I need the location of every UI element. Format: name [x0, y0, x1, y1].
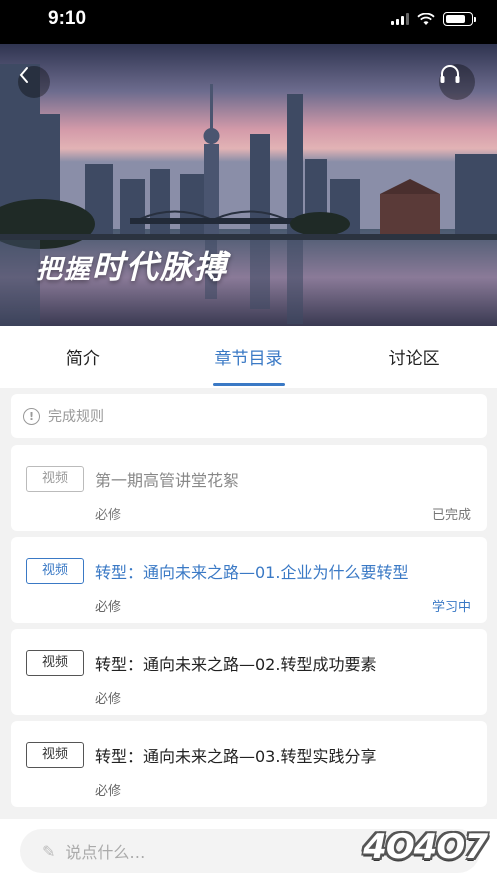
chapter-item[interactable]: 视频 转型：通向未来之路—01.企业为什么要转型 必修 学习中: [11, 537, 487, 623]
video-tag: 视频: [26, 558, 84, 584]
hero-slogan: 把握时代脉搏: [36, 242, 228, 288]
chapter-requirement: 必修: [95, 508, 122, 523]
status-time: 9:10: [48, 8, 87, 29]
tab-chapters[interactable]: 章节目录: [166, 326, 332, 388]
chapter-title: 转型：通向未来之路—03.转型实践分享: [95, 747, 377, 766]
comment-placeholder: 说点什么…: [65, 843, 146, 862]
headphones-icon: [440, 65, 460, 83]
completion-rules-label: 完成规则: [48, 409, 104, 425]
video-tag: 视频: [26, 466, 84, 492]
chapter-title: 第一期高管讲堂花絮: [95, 471, 240, 490]
chapter-status: 已完成: [431, 508, 471, 523]
completion-rules[interactable]: ! 完成规则: [11, 394, 487, 438]
chapter-title: 转型：通向未来之路—01.企业为什么要转型: [95, 563, 409, 582]
video-tag: 视频: [26, 742, 84, 768]
hero-banner: 把握时代脉搏: [0, 44, 497, 326]
chapter-item[interactable]: 视频 第一期高管讲堂花絮 必修 已完成: [11, 445, 487, 531]
status-icons: [391, 12, 476, 26]
chevron-left-icon: [19, 67, 28, 83]
tab-bar: 简介 章节目录 讨论区: [0, 326, 497, 388]
audio-button[interactable]: [439, 64, 475, 100]
chapter-title: 转型：通向未来之路—02.转型成功要素: [95, 655, 377, 674]
status-bar: 9:10: [0, 0, 497, 44]
comment-bar: ✎ 说点什么… 4O4O7: [0, 819, 497, 883]
chapter-requirement: 必修: [95, 692, 122, 707]
tab-intro[interactable]: 简介: [0, 326, 166, 388]
back-button[interactable]: [18, 66, 50, 98]
signal-icon: [391, 13, 409, 25]
hero-slogan-part1: 把握: [36, 255, 93, 285]
video-tag: 视频: [26, 650, 84, 676]
tab-discussion[interactable]: 讨论区: [331, 326, 497, 388]
wifi-icon: [417, 12, 435, 25]
chapter-requirement: 必修: [95, 600, 122, 615]
pencil-icon: ✎: [42, 841, 56, 861]
info-icon: !: [23, 407, 40, 425]
chapter-status: 学习中: [431, 600, 471, 615]
battery-icon: [443, 12, 476, 26]
hero-slogan-part2: 时代脉搏: [92, 248, 229, 286]
chapter-item[interactable]: 视频 转型：通向未来之路—02.转型成功要素 必修: [11, 629, 487, 715]
watermark-logo: 4O4O7: [363, 827, 488, 867]
chapter-requirement: 必修: [95, 784, 122, 799]
chapter-item[interactable]: 视频 转型：通向未来之路—03.转型实践分享 必修: [11, 721, 487, 807]
